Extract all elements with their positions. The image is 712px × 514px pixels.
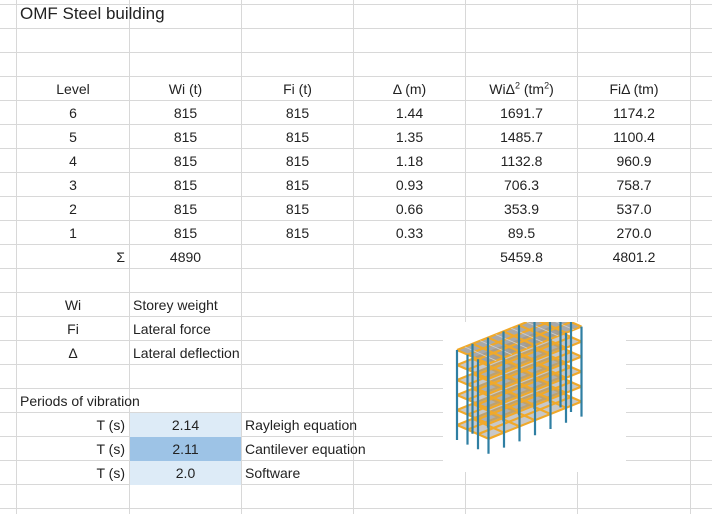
cell-fi-delta[interactable]: 960.9 (578, 149, 690, 173)
cell-wi[interactable]: 815 (130, 221, 241, 245)
legend-symbol-wi[interactable]: Wi (17, 293, 129, 317)
period-value-rayleigh[interactable]: 2.14 (130, 413, 241, 437)
header-fi[interactable]: Fi (t) (242, 77, 353, 101)
cell-delta[interactable]: 0.66 (354, 197, 465, 221)
sheet-title[interactable]: OMF Steel building (17, 2, 317, 26)
cell-level[interactable]: 2 (17, 197, 129, 221)
cell-level[interactable]: 6 (17, 101, 129, 125)
cell-wi-delta-squared[interactable]: 353.9 (466, 197, 577, 221)
cell-fi-delta[interactable]: 270.0 (578, 221, 690, 245)
header-level[interactable]: Level (17, 77, 129, 101)
cell-level[interactable]: 3 (17, 173, 129, 197)
period-method-software[interactable]: Software (242, 461, 442, 485)
cell-fi[interactable]: 815 (242, 173, 353, 197)
legend-desc-delta[interactable]: Lateral deflection (130, 341, 353, 365)
cell-fi[interactable]: 815 (242, 221, 353, 245)
building-3d-image[interactable] (443, 311, 626, 472)
header-delta[interactable]: Δ (m) (354, 77, 465, 101)
cell-wi-delta-squared[interactable]: 1485.7 (466, 125, 577, 149)
cell-fi-delta[interactable]: 1100.4 (578, 125, 690, 149)
sum-symbol[interactable]: Σ (17, 245, 129, 269)
cell-fi-delta[interactable]: 537.0 (578, 197, 690, 221)
cell-wi[interactable]: 815 (130, 197, 241, 221)
period-label-software[interactable]: T (s) (17, 461, 129, 485)
cell-level[interactable]: 4 (17, 149, 129, 173)
period-value-cantilever[interactable]: 2.11 (130, 437, 241, 461)
cell-delta[interactable]: 0.93 (354, 173, 465, 197)
periods-title[interactable]: Periods of vibration (17, 389, 241, 413)
period-label-rayleigh[interactable]: T (s) (17, 413, 129, 437)
header-fi-delta[interactable]: FiΔ (tm) (578, 77, 690, 101)
cell-level[interactable]: 1 (17, 221, 129, 245)
sum-wi[interactable]: 4890 (130, 245, 241, 269)
cell-fi-delta[interactable]: 758.7 (578, 173, 690, 197)
gridline (0, 28, 712, 29)
cell-wi-delta-squared[interactable]: 1132.8 (466, 149, 577, 173)
cell-wi-delta-squared[interactable]: 1691.7 (466, 101, 577, 125)
period-value-software[interactable]: 2.0 (130, 461, 241, 485)
cell-delta[interactable]: 1.35 (354, 125, 465, 149)
cell-wi[interactable]: 815 (130, 101, 241, 125)
cell-fi[interactable]: 815 (242, 101, 353, 125)
cell-wi[interactable]: 815 (130, 125, 241, 149)
period-method-rayleigh[interactable]: Rayleigh equation (242, 413, 442, 437)
cell-wi-delta-squared[interactable]: 706.3 (466, 173, 577, 197)
header-text: WiΔ (489, 81, 515, 97)
cell-delta[interactable]: 0.33 (354, 221, 465, 245)
cell-wi[interactable]: 815 (130, 149, 241, 173)
cell-fi-delta[interactable]: 1174.2 (578, 101, 690, 125)
cell-level[interactable]: 5 (17, 125, 129, 149)
sum-wi-delta-squared[interactable]: 5459.8 (466, 245, 577, 269)
cell-fi[interactable]: 815 (242, 125, 353, 149)
building-model-icon (455, 311, 583, 454)
cell-fi[interactable]: 815 (242, 197, 353, 221)
legend-desc-fi[interactable]: Lateral force (130, 317, 353, 341)
cell-fi[interactable]: 815 (242, 149, 353, 173)
header-close: ) (549, 81, 554, 97)
sum-fi-delta[interactable]: 4801.2 (578, 245, 690, 269)
period-method-cantilever[interactable]: Cantilever equation (242, 437, 442, 461)
period-label-cantilever[interactable]: T (s) (17, 437, 129, 461)
header-wi[interactable]: Wi (t) (130, 77, 241, 101)
cell-delta[interactable]: 1.44 (354, 101, 465, 125)
legend-symbol-delta[interactable]: Δ (17, 341, 129, 365)
legend-desc-wi[interactable]: Storey weight (130, 293, 353, 317)
gridline (0, 52, 712, 53)
header-unit: (tm (519, 81, 545, 97)
cell-wi[interactable]: 815 (130, 173, 241, 197)
gridline (0, 508, 712, 509)
cell-delta[interactable]: 1.18 (354, 149, 465, 173)
legend-symbol-fi[interactable]: Fi (17, 317, 129, 341)
cell-wi-delta-squared[interactable]: 89.5 (466, 221, 577, 245)
header-wi-delta-squared[interactable]: WiΔ2 (tm2) (466, 77, 577, 101)
